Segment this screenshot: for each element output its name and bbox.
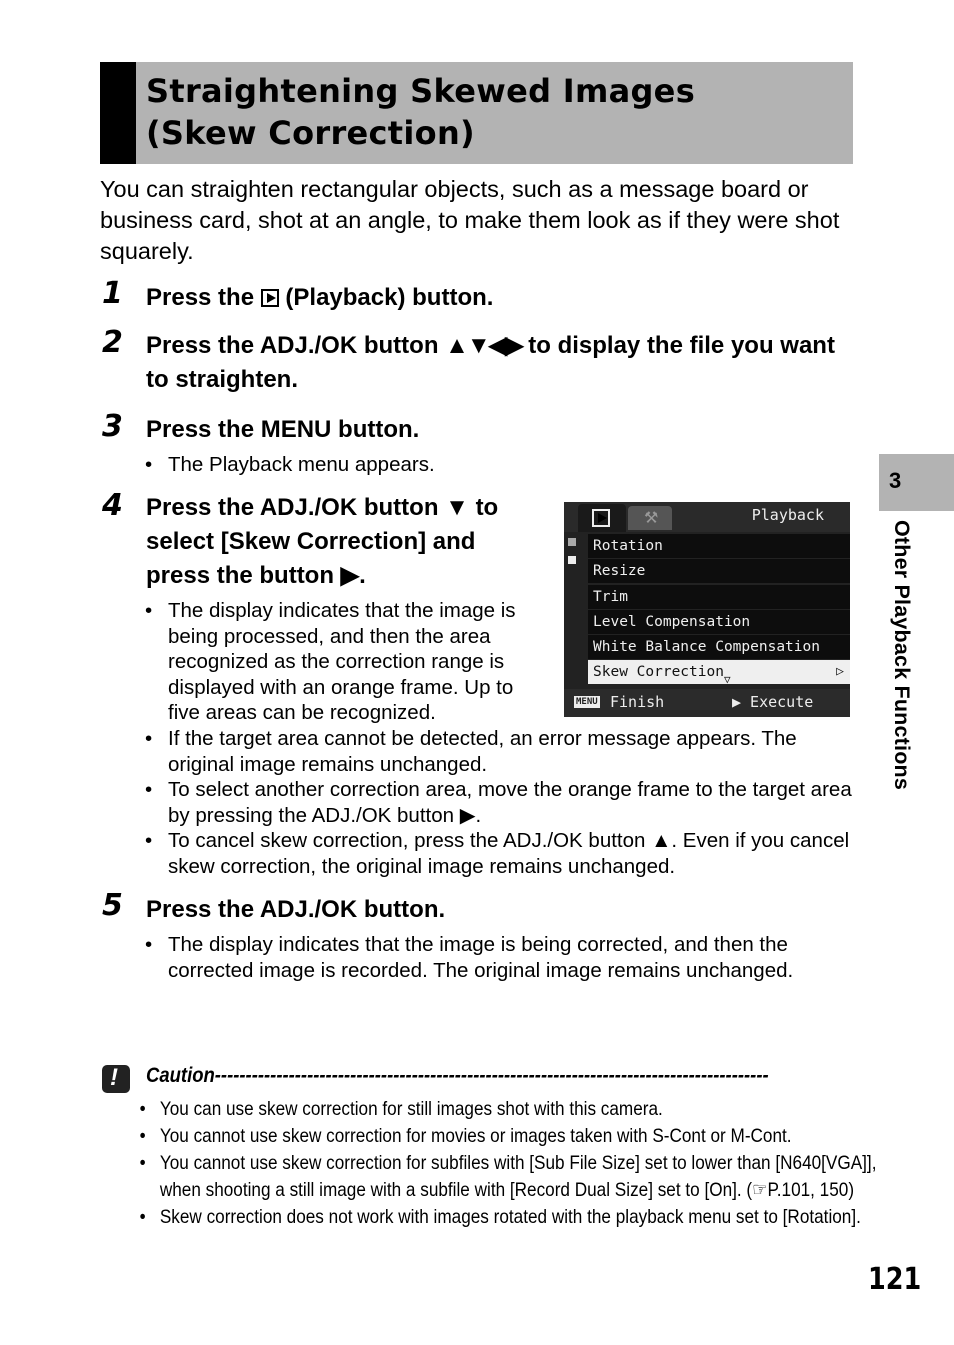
menu-item-resize: Resize <box>588 559 850 584</box>
step-4-notes-a: The display indicates that the image is … <box>100 598 540 726</box>
step-number: 2 <box>102 325 123 360</box>
playback-icon <box>260 289 279 307</box>
caution-list: You can use skew correction for still im… <box>100 1096 877 1231</box>
menu-list: Rotation Resize Trim Level Compensation … <box>588 534 850 686</box>
step-text: (Playback) button. <box>285 284 494 311</box>
step-5-notes: The display indicates that the image is … <box>100 932 860 983</box>
note-item: To select another correction area, move … <box>100 777 860 828</box>
step-text: select [Skew Correction] and <box>146 528 476 555</box>
direction-arrows-icon: ▲▼◀▶ <box>445 332 523 359</box>
page-indicator <box>568 534 586 684</box>
page-number: 121 <box>868 1262 922 1297</box>
step-4-title: Press the ADJ./OK button ▼ to select [Sk… <box>146 491 556 593</box>
menu-item-rotation: Rotation <box>588 534 850 558</box>
note-item: The Playback menu appears. <box>100 452 860 478</box>
step-number: 5 <box>102 888 123 923</box>
step-number: 4 <box>102 488 123 523</box>
title-accent-block <box>100 62 136 164</box>
page-dot-active <box>568 538 576 546</box>
chapter-label: Other Playback Functions <box>890 520 914 791</box>
note-item: The display indicates that the image is … <box>100 932 860 983</box>
note-item: To cancel skew correction, press the ADJ… <box>100 828 860 879</box>
wrench-icon: ⚒ <box>644 510 659 527</box>
camera-footer: MENU Finish ▶ Execute <box>564 689 850 717</box>
camera-menu-screenshot: ⚒ Playback Rotation Resize Trim Level Co… <box>564 502 850 717</box>
menu-item-label: Skew Correction <box>593 664 724 681</box>
title-line-1: Straightening Skewed Images <box>146 72 696 110</box>
caution-item: You cannot use skew correction for movie… <box>100 1123 917 1150</box>
note-item: The display indicates that the image is … <box>100 598 540 726</box>
step-3-notes: The Playback menu appears. <box>100 452 860 478</box>
page-title: Straightening Skewed Images (Skew Correc… <box>146 70 695 154</box>
caution-item: Skew correction does not work with image… <box>100 1204 917 1231</box>
step-number: 3 <box>102 409 123 444</box>
step-3-title: Press the MENU button. <box>146 416 420 443</box>
chapter-number: 3 <box>889 468 902 493</box>
caution-item: You can use skew correction for still im… <box>100 1096 917 1123</box>
step-2-title: Press the ADJ./OK button ▲▼◀▶ to display… <box>146 329 861 397</box>
caution-icon: ! <box>102 1064 130 1093</box>
step-text: Press the <box>146 284 255 311</box>
note-text: If the target area cannot be detected, a… <box>168 727 797 776</box>
step-1-title: Press the (Playback) button. <box>146 281 493 315</box>
note-item: If the target area cannot be detected, a… <box>100 726 860 777</box>
menu-item-skew-correction: Skew Correction ▷ ▽ <box>588 660 850 686</box>
caution-item: You cannot use skew correction for subfi… <box>100 1150 917 1204</box>
title-line-2: (Skew Correction) <box>146 114 475 152</box>
menu-item-trim: Trim <box>588 584 850 609</box>
footer-finish: Finish <box>610 693 665 711</box>
chevron-right-icon: ▷ <box>836 664 844 680</box>
playback-icon <box>592 509 610 527</box>
step-number: 1 <box>102 276 123 311</box>
page-dot <box>568 556 576 564</box>
footer-execute: ▶ Execute <box>732 693 814 711</box>
step-text: press the button ▶. <box>146 562 366 589</box>
chapter-tab: 3 <box>879 454 954 511</box>
menu-title: Playback <box>751 506 824 524</box>
step-4-notes-b: If the target area cannot be detected, a… <box>100 726 860 879</box>
menu-item-level-compensation: Level Compensation <box>588 609 850 634</box>
setup-tab: ⚒ <box>628 506 672 530</box>
intro-paragraph: You can straighten rectangular objects, … <box>100 176 840 264</box>
section-title-bar: Straightening Skewed Images (Skew Correc… <box>100 62 853 164</box>
playback-tab <box>578 504 626 532</box>
camera-tab-bar: ⚒ Playback <box>564 502 850 532</box>
menu-key-icon: MENU <box>574 696 600 708</box>
caution-heading: Caution---------------------------------… <box>146 1064 769 1087</box>
step-5-title: Press the ADJ./OK button. <box>146 896 446 923</box>
step-text: Press the ADJ./OK button <box>146 332 439 359</box>
step-text: Press the ADJ./OK button ▼ to <box>146 494 499 521</box>
menu-item-white-balance-compensation: White Balance Compensation <box>588 635 850 660</box>
